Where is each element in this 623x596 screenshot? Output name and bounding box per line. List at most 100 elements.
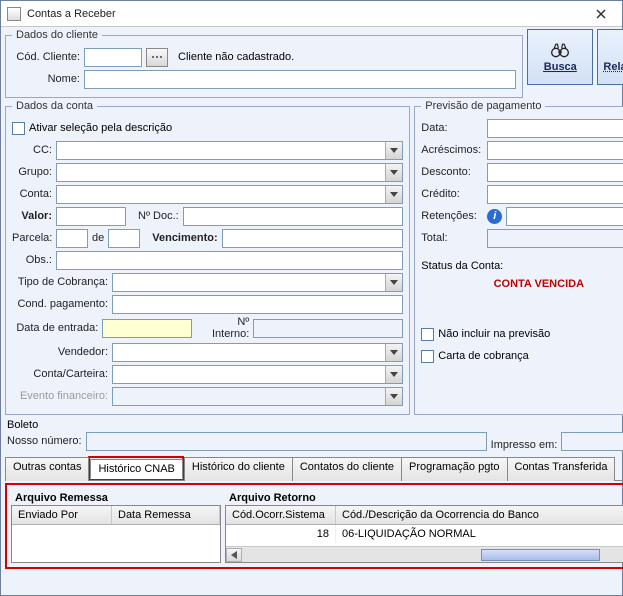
retorno-grid[interactable]: Cód.Ocorr.Sistema Cód./Descrição da Ocor… [225,505,623,563]
nosso-label: Nosso número: [7,435,82,447]
tab-outras[interactable]: Outras contas [5,457,89,481]
remessa-col1[interactable]: Enviado Por [12,506,112,524]
valor-input[interactable] [56,207,126,226]
previsao-legend: Previsão de pagamento [421,100,545,112]
chevron-down-icon [385,164,402,181]
tab-contatos[interactable]: Contatos do cliente [292,457,402,481]
retorno-panel: Arquivo Retorno Cód.Ocorr.Sistema Cód./D… [225,491,623,563]
de-label: de [92,232,104,244]
obs-label: Obs.: [12,254,52,266]
acres-input[interactable] [487,141,623,160]
parcela-de-input[interactable] [108,229,140,248]
tipocob-combo[interactable] [112,273,403,292]
remessa-title: Arquivo Remessa [11,491,221,505]
contacart-combo[interactable] [112,365,403,384]
chevron-down-icon [385,186,402,203]
conta-combo[interactable] [56,185,403,204]
condpag-input[interactable] [112,295,403,314]
cod-cliente-label: Cód. Cliente: [12,51,80,63]
ret-input[interactable] [506,207,623,226]
cod-cliente-input[interactable] [84,48,142,67]
naoincluir-label: Não incluir na previsão [438,328,550,340]
busca-label: Busca [544,61,577,73]
cod-cliente-lookup-button[interactable] [146,48,168,67]
cc-combo[interactable] [56,141,403,160]
tipocob-label: Tipo de Cobrança: [12,276,108,288]
cred-input[interactable] [487,185,623,204]
grupo-label: Grupo: [12,166,52,178]
retorno-hscroll[interactable] [226,546,623,562]
desc-input[interactable] [487,163,623,182]
conta-legend: Dados da conta [12,100,97,112]
binoculars-icon [550,41,570,59]
window: Contas a Receber Dados do cliente Cód. C… [0,0,623,596]
remessa-panel: Arquivo Remessa Enviado Por Data Remessa [11,491,221,563]
venc-label: Vencimento: [152,232,217,244]
ninterno-label: Nº Interno: [202,316,249,340]
table-row[interactable]: 18 06-LIQUIDAÇÃO NORMAL [226,525,623,543]
evento-combo [112,387,403,406]
tab-transf[interactable]: Contas Transferida [507,457,616,481]
relatorios-button[interactable]: Relatórios [597,29,623,85]
vendedor-combo[interactable] [112,343,403,362]
close-button[interactable] [586,3,616,25]
dataent-input[interactable] [102,319,192,338]
retorno-title: Arquivo Retorno [225,491,623,505]
status-label: Status da Conta: [421,260,623,272]
cc-label: CC: [12,144,52,156]
desc-label: Desconto: [421,166,483,178]
chevron-down-icon [385,366,402,383]
info-icon[interactable]: i [487,209,502,224]
evento-label: Evento financeiro: [12,390,108,402]
titlebar: Contas a Receber [1,1,622,27]
remessa-grid[interactable]: Enviado Por Data Remessa [11,505,221,563]
ndoc-label: Nº Doc.: [138,210,179,222]
parcela-input[interactable] [56,229,88,248]
obs-input[interactable] [56,251,403,270]
tab-histcli[interactable]: Histórico do cliente [184,457,293,481]
previsao-group: Previsão de pagamento Data: Acréscimos: … [414,100,623,415]
condpag-label: Cond. pagamento: [12,298,108,310]
dataent-label: Data de entrada: [12,322,98,334]
retorno-r1c1: 18 [226,525,336,543]
retorno-r1c2: 06-LIQUIDAÇÃO NORMAL [336,525,623,543]
venc-input[interactable] [222,229,404,248]
ativar-selecao-checkbox[interactable] [12,122,25,135]
chevron-down-icon [385,344,402,361]
tab-content: Arquivo Remessa Enviado Por Data Remessa… [9,487,623,565]
chevron-down-icon [385,388,402,405]
app-icon [7,7,21,21]
vendedor-label: Vendedor: [12,346,108,358]
naoincluir-checkbox[interactable] [421,328,434,341]
tab-cnab[interactable]: Histórico CNAB [90,459,182,479]
window-title: Contas a Receber [27,8,586,20]
tabs: Outras contas Histórico CNAB Histórico d… [5,456,623,481]
impresso-label: Impresso em: [491,439,558,451]
cliente-group: Dados do cliente Cód. Cliente: Cliente n… [5,29,523,98]
tab-progpgto[interactable]: Programação pgto [401,457,508,481]
impresso-input [561,432,623,451]
ret-label: Retenções: [421,210,483,222]
busca-button[interactable]: Busca [527,29,593,85]
carta-checkbox[interactable] [421,350,434,363]
grupo-combo[interactable] [56,163,403,182]
acres-label: Acréscimos: [421,144,483,156]
ninterno-input [253,319,403,338]
status-value: CONTA VENCIDA [421,278,623,290]
ndoc-input[interactable] [183,207,404,226]
remessa-col2[interactable]: Data Remessa [112,506,220,524]
nome-input[interactable] [84,70,516,89]
retorno-col2[interactable]: Cód./Descrição da Ocorrencia do Banco [336,506,623,524]
scroll-left-icon[interactable] [226,548,242,562]
contacart-label: Conta/Carteira: [12,368,108,380]
retorno-col1[interactable]: Cód.Ocorr.Sistema [226,506,336,524]
chevron-down-icon [385,274,402,291]
total-input [487,229,623,248]
nome-label: Nome: [12,73,80,85]
parcela-label: Parcela: [12,232,52,244]
total-label: Total: [421,232,483,244]
cred-label: Crédito: [421,188,483,200]
relatorios-label: Relatórios [603,61,623,73]
data-input[interactable] [487,119,623,138]
valor-label: Valor: [12,210,52,222]
